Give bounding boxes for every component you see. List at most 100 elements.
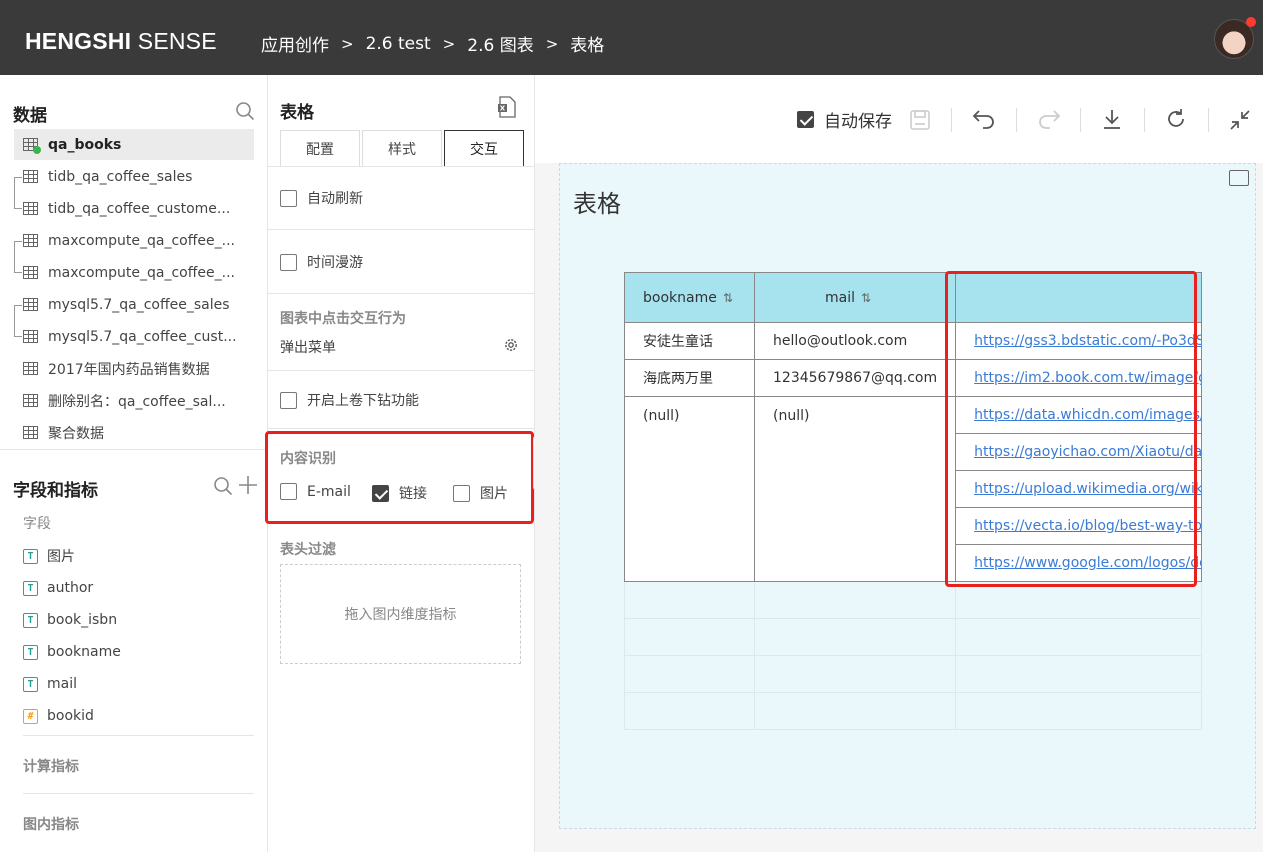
collapse-fullscreen-icon[interactable] <box>1229 109 1251 131</box>
add-icon[interactable] <box>238 475 258 495</box>
search-icon[interactable] <box>213 476 233 496</box>
auto-refresh-checkbox[interactable] <box>280 189 297 207</box>
toolbar-divider <box>1016 108 1017 132</box>
dataset-label: mysql5.7_qa_coffee_sales <box>48 296 230 313</box>
header-filter-dropzone[interactable]: 拖入图内维度指标 <box>280 564 521 664</box>
drill-checkbox[interactable] <box>280 391 297 409</box>
text-type-icon: T <box>23 676 38 692</box>
tab-style[interactable]: 样式 <box>362 130 442 167</box>
field-item[interactable]: Tauthor <box>23 576 93 600</box>
app-logo[interactable]: HENGSHI SENSE <box>25 28 217 55</box>
gear-icon[interactable] <box>503 337 519 353</box>
undo-icon[interactable] <box>972 108 996 130</box>
autosave-toggle[interactable]: 自动保存 <box>797 102 892 136</box>
status-dot <box>33 146 41 154</box>
download-icon[interactable] <box>1101 108 1123 130</box>
save-icon[interactable] <box>909 109 931 131</box>
time-roam-checkbox[interactable] <box>280 253 297 271</box>
dataset-item[interactable]: mysql5.7_qa_coffee_sales <box>14 289 254 320</box>
tab-interaction[interactable]: 交互 <box>444 130 524 167</box>
field-item[interactable]: # bookid <box>23 704 94 728</box>
sort-icon[interactable]: ⇅ <box>861 291 871 305</box>
field-item[interactable]: Tbook_isbn <box>23 608 117 632</box>
settings-title: 表格 <box>280 103 314 123</box>
excel-export-icon[interactable]: X <box>497 96 517 118</box>
dataset-item[interactable]: 2017年国内药品销售数据 <box>14 353 254 384</box>
dataset-item[interactable]: tidb_qa_coffee_sales <box>14 161 254 192</box>
table-icon <box>23 170 38 183</box>
table-icon <box>23 138 41 154</box>
breadcrumb-item-app[interactable]: 应用创作 <box>261 31 329 56</box>
divider <box>268 229 535 230</box>
text-type-icon: T <box>23 580 38 596</box>
field-item[interactable]: T 图片 <box>23 544 75 568</box>
user-avatar[interactable] <box>1214 17 1256 59</box>
highlight-box <box>945 271 1197 587</box>
dataset-label: mysql5.7_qa_coffee_cust... <box>48 328 237 345</box>
auto-refresh-option[interactable]: 自动刷新 <box>280 188 363 208</box>
autosave-checkbox[interactable] <box>797 110 814 128</box>
dataset-item[interactable]: 删除别名：qa_coffee_sal... <box>14 385 254 416</box>
divider <box>268 293 535 294</box>
table-icon <box>23 298 38 311</box>
dataset-label: 聚合数据 <box>48 425 104 442</box>
chart-menu-icon[interactable] <box>1229 170 1249 186</box>
dataset-label: maxcompute_qa_coffee_... <box>48 264 235 281</box>
svg-text:X: X <box>500 105 506 113</box>
time-roam-option[interactable]: 时间漫游 <box>280 252 363 272</box>
dataset-item-qa-books[interactable]: qa_books <box>14 129 254 160</box>
redo-icon[interactable] <box>1037 108 1061 130</box>
search-icon[interactable] <box>235 101 255 121</box>
column-header-bookname[interactable]: bookname ⇅ <box>624 272 755 323</box>
toolbar-divider <box>1144 108 1145 132</box>
dataset-label: 删除别名：qa_coffee_sal... <box>48 393 226 410</box>
table-icon <box>23 266 38 279</box>
empty-cell <box>955 692 1203 730</box>
toolbar-divider <box>1080 108 1081 132</box>
chart-toolbar: 自动保存 <box>535 75 1263 163</box>
dataset-item[interactable]: maxcompute_qa_coffee_... <box>14 257 254 288</box>
dataset-label: 2017年国内药品销售数据 <box>48 361 210 378</box>
click-action-value[interactable]: 弹出菜单 <box>280 337 336 357</box>
fields-label: 字段 <box>23 516 51 532</box>
breadcrumb-separator: > <box>545 34 559 53</box>
empty-cell <box>753 581 957 619</box>
dataset-item[interactable]: maxcompute_qa_coffee_... <box>14 225 254 256</box>
table-icon <box>23 394 38 407</box>
breadcrumb-item-dashboard[interactable]: 2.6 图表 <box>467 31 533 56</box>
table-icon <box>23 330 38 343</box>
empty-cell <box>624 581 755 619</box>
highlight-box <box>265 431 534 524</box>
cell-mail: hello@outlook.com <box>753 322 957 360</box>
dataset-item[interactable]: tidb_qa_coffee_custome... <box>14 193 254 224</box>
dataset-label: qa_books <box>48 136 122 153</box>
field-label: bookname <box>47 644 121 660</box>
dataset-item[interactable]: mysql5.7_qa_coffee_cust... <box>14 321 254 352</box>
cell-bookname: (null) <box>624 396 755 582</box>
calc-metrics-label: 计算指标 <box>23 759 79 775</box>
option-label: 时间漫游 <box>307 255 363 271</box>
empty-cell <box>955 618 1203 656</box>
table-icon <box>23 202 38 215</box>
breadcrumb-item-project[interactable]: 2.6 test <box>366 34 431 54</box>
refresh-icon[interactable] <box>1165 108 1187 130</box>
dataset-item[interactable]: 聚合数据 <box>14 417 254 448</box>
divider <box>23 793 254 794</box>
drill-option[interactable]: 开启上卷下钻功能 <box>280 390 419 410</box>
field-label: 图片 <box>47 549 75 565</box>
data-panel-title: 数据 <box>13 106 47 126</box>
settings-tabs: 配置 样式 交互 <box>280 130 526 167</box>
field-item[interactable]: Tmail <box>23 672 77 696</box>
empty-cell <box>624 692 755 730</box>
field-item[interactable]: Tbookname <box>23 640 121 664</box>
column-header-mail[interactable]: mail ⇅ <box>753 272 957 323</box>
divider <box>268 428 535 429</box>
divider <box>23 735 254 736</box>
cell-bookname: 海底两万里 <box>624 359 755 397</box>
sort-icon[interactable]: ⇅ <box>723 291 733 305</box>
field-label: bookid <box>47 708 94 724</box>
empty-row <box>624 655 1203 693</box>
tab-config[interactable]: 配置 <box>280 130 360 167</box>
empty-cell <box>955 655 1203 693</box>
empty-cell <box>624 655 755 693</box>
